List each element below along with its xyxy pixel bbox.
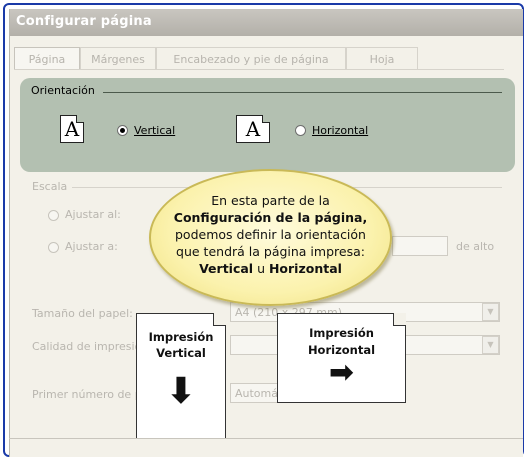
- explanation-callout: En esta parte de la Configuración de la …: [149, 169, 392, 306]
- horizontal-radio-label[interactable]: Horizontal: [312, 124, 368, 137]
- callout-line-2: Configuración de la página,: [173, 210, 368, 225]
- tab-hoja[interactable]: Hoja: [346, 47, 418, 69]
- arrow-down-icon: ⬇: [165, 371, 197, 412]
- paper-size-label: Tamaño del papel:: [32, 307, 133, 320]
- tall-pages-field[interactable]: [392, 236, 448, 256]
- scale-group-label: Escala: [32, 180, 68, 193]
- vertical-label-text: Vertical: [134, 124, 176, 137]
- vertical-page-fold: [213, 313, 226, 326]
- horizontal-print-title-1: Impresión: [309, 326, 374, 340]
- adjust-fit-radio[interactable]: [48, 242, 59, 253]
- print-quality-label: Calidad de impresión:: [32, 340, 152, 353]
- landscape-page-icon: A: [236, 115, 270, 143]
- dialog-bottom-divider: [9, 438, 523, 439]
- callout-line-3: podemos definir la orientación: [175, 227, 366, 242]
- callout-line-1: En esta parte de la: [211, 193, 330, 208]
- adjust-to-label: Ajustar al:: [65, 208, 121, 221]
- vertical-print-title-2: Vertical: [156, 346, 206, 360]
- paper-size-dropdown-icon[interactable]: ▼: [482, 303, 499, 321]
- callout-line-5: Vertical u Horizontal: [151, 260, 390, 277]
- tall-suffix-label: de alto: [456, 240, 495, 253]
- tab-encabezado[interactable]: Encabezado y pie de página: [156, 47, 346, 69]
- horizontal-radio[interactable]: [295, 125, 306, 136]
- adjust-fit-label: Ajustar a:: [65, 240, 118, 253]
- print-quality-dropdown-icon[interactable]: ▼: [482, 336, 499, 354]
- tab-margenes[interactable]: Márgenes: [80, 47, 156, 69]
- adjust-to-radio[interactable]: [48, 210, 59, 221]
- portrait-page-icon: A: [60, 115, 84, 143]
- orientation-group-line: [103, 92, 502, 93]
- vertical-radio[interactable]: [117, 125, 128, 136]
- dialog-title: Configurar página: [10, 9, 523, 36]
- vertical-radio-label[interactable]: Vertical: [134, 124, 175, 137]
- orientation-group-label: Orientación: [31, 84, 95, 97]
- callout-line-4: que tendrá la página impresa:: [176, 244, 365, 259]
- tab-pagina[interactable]: Página: [14, 47, 80, 69]
- callout-vertical-word: Vertical: [199, 261, 254, 276]
- arrow-right-icon: ➡: [328, 355, 355, 390]
- tabs-divider: [14, 69, 504, 70]
- vertical-print-title-1: Impresión: [148, 330, 214, 344]
- callout-conjunction: u: [253, 261, 269, 276]
- callout-horizontal-word: Horizontal: [268, 261, 342, 276]
- horizontal-label-text: Horizontal: [312, 124, 369, 137]
